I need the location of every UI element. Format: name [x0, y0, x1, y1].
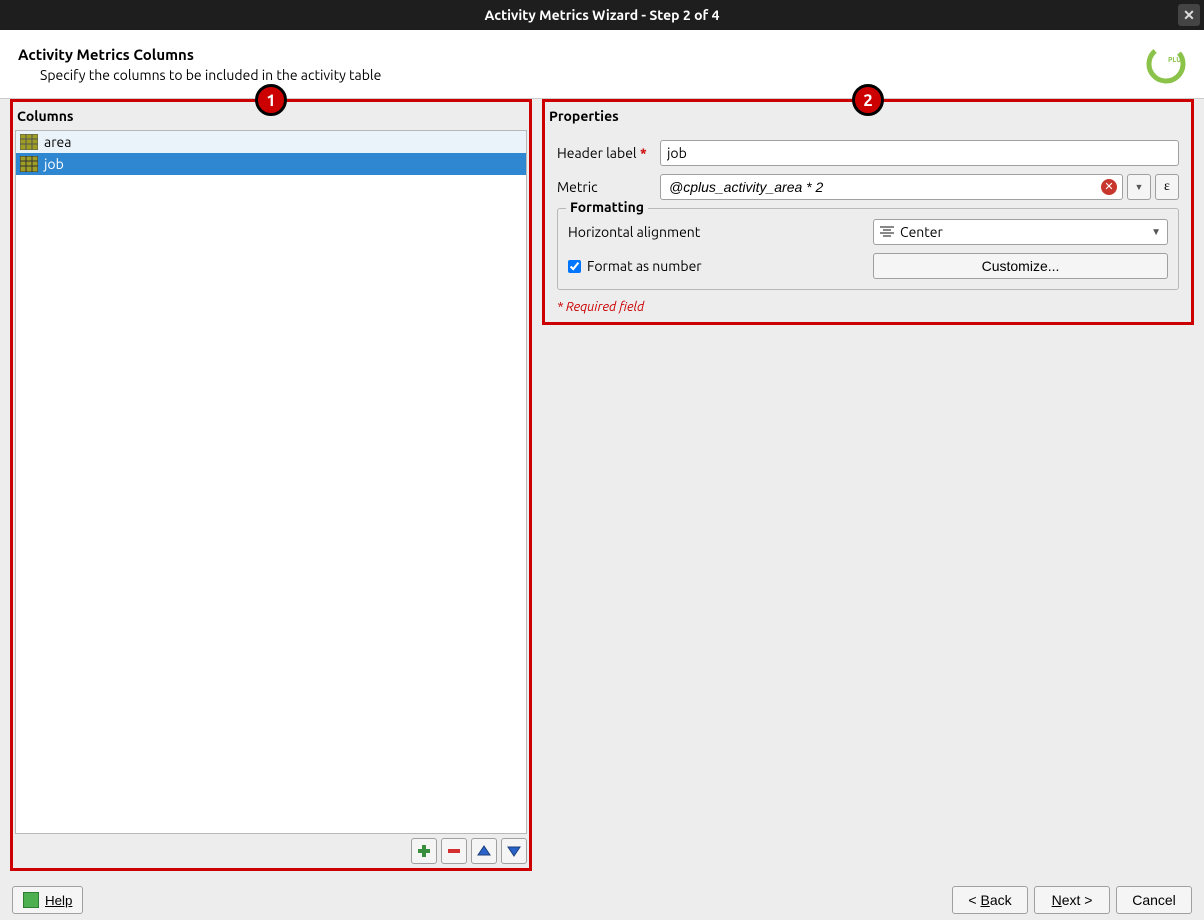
epsilon-icon: ε: [1164, 179, 1170, 195]
list-item-label: area: [44, 134, 71, 150]
format-as-number-checkbox[interactable]: Format as number: [568, 258, 702, 274]
list-item-label: job: [44, 156, 64, 172]
plus-icon: [417, 844, 431, 858]
page-subtitle: Specify the columns to be included in th…: [40, 67, 381, 83]
table-icon: [20, 134, 38, 150]
help-button[interactable]: Help: [12, 886, 83, 914]
window-title: Activity Metrics Wizard - Step 2 of 4: [485, 7, 720, 23]
table-icon: [20, 156, 38, 172]
close-icon[interactable]: ✕: [1178, 4, 1200, 26]
columns-panel: 1 Columns area job: [10, 99, 532, 871]
back-button[interactable]: < Back: [952, 886, 1028, 914]
required-note: * Required field: [557, 300, 1179, 314]
customize-button[interactable]: Customize...: [873, 253, 1168, 279]
move-up-button[interactable]: [471, 838, 497, 864]
next-button[interactable]: Next >: [1034, 886, 1110, 914]
wizard-footer: Help < Back Next > Cancel: [0, 880, 1204, 920]
metric-input[interactable]: [660, 174, 1123, 200]
triangle-up-icon: [477, 844, 491, 858]
metric-label: Metric: [557, 179, 652, 195]
move-down-button[interactable]: [501, 838, 527, 864]
formatting-title: Formatting: [566, 199, 648, 215]
columns-toolbar: [15, 834, 527, 866]
properties-panel: 2 Properties Header label * Metric ✕: [542, 99, 1194, 325]
chevron-down-icon: ▼: [1135, 182, 1144, 192]
titlebar: Activity Metrics Wizard - Step 2 of 4 ✕: [0, 0, 1204, 30]
formatting-group: Formatting Horizontal alignment Center: [557, 208, 1179, 290]
chevron-down-icon: ▼: [1151, 226, 1161, 238]
page-title: Activity Metrics Columns: [18, 46, 381, 63]
clear-icon[interactable]: ✕: [1101, 179, 1117, 195]
wizard-header: Activity Metrics Columns Specify the col…: [0, 30, 1204, 99]
h-align-label: Horizontal alignment: [568, 224, 700, 240]
cplus-logo: PLUS: [1146, 44, 1186, 84]
header-label-input[interactable]: [660, 140, 1179, 166]
badge-1: 1: [255, 84, 287, 116]
cancel-button[interactable]: Cancel: [1116, 886, 1192, 914]
columns-list[interactable]: area job: [15, 130, 527, 834]
list-item[interactable]: job: [16, 153, 526, 175]
format-as-number-label: Format as number: [587, 258, 702, 274]
help-icon: [23, 892, 39, 908]
remove-button[interactable]: [441, 838, 467, 864]
triangle-down-icon: [507, 844, 521, 858]
h-align-select[interactable]: Center ▼: [873, 219, 1168, 245]
minus-icon: [447, 844, 461, 858]
list-item[interactable]: area: [16, 131, 526, 153]
format-as-number-input[interactable]: [568, 260, 581, 273]
align-center-icon: [880, 226, 894, 238]
expression-button[interactable]: ε: [1155, 174, 1179, 200]
metric-dropdown-button[interactable]: ▼: [1127, 174, 1151, 200]
badge-2: 2: [852, 84, 884, 116]
help-label: Help: [45, 893, 72, 908]
add-button[interactable]: [411, 838, 437, 864]
svg-text:PLUS: PLUS: [1168, 56, 1185, 64]
header-label-label: Header label *: [557, 145, 652, 161]
h-align-value: Center: [900, 224, 943, 240]
